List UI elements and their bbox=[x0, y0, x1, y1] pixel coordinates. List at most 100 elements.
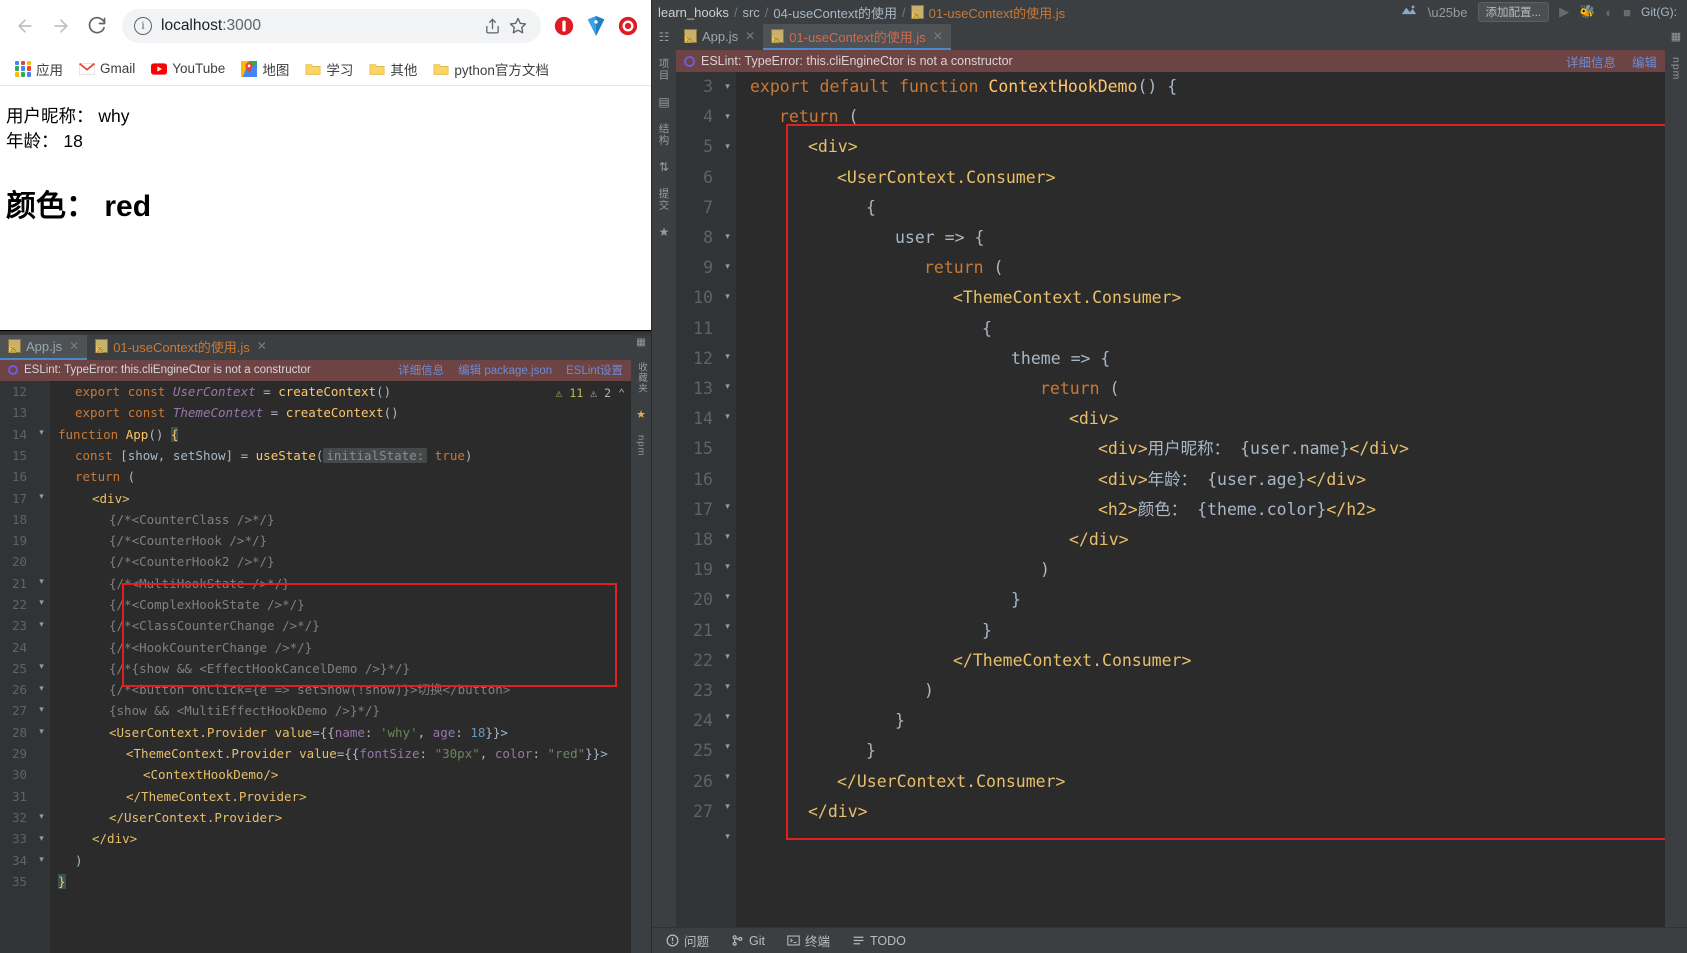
share-icon[interactable] bbox=[479, 13, 505, 39]
add-configuration-button[interactable]: 添加配置... bbox=[1477, 2, 1550, 22]
fold-toggle-icon[interactable]: ▾ bbox=[36, 704, 47, 715]
eslint-edit-package-link[interactable]: 编辑 package.json bbox=[458, 362, 552, 378]
bookmark-folder-python-docs[interactable]: python官方文档 bbox=[426, 56, 556, 82]
tab-usecontext-js[interactable]: JS 01-useContext的使用.js ✕ bbox=[763, 24, 951, 50]
eslint-settings-link[interactable]: ESLint设置 bbox=[566, 362, 623, 378]
fold-toggle-icon[interactable]: ▾ bbox=[722, 351, 733, 362]
fold-toggle-icon[interactable]: ▾ bbox=[722, 711, 733, 722]
bookmark-youtube[interactable]: YouTube bbox=[144, 58, 232, 80]
code-editor-left[interactable]: 12 13 14 15 16 17 18 19 20 21 22 23 24 25 26 27 28 29 30 31… bbox=[0, 381, 631, 953]
breadcrumb-folder[interactable]: 04-useContext的使用 bbox=[773, 3, 897, 22]
fold-toggle-icon[interactable]: ▾ bbox=[722, 291, 733, 302]
fold-toggle-icon[interactable]: ▾ bbox=[36, 833, 47, 844]
fold-toggle-icon[interactable]: ▾ bbox=[722, 831, 733, 842]
fold-toggle-icon[interactable]: ▾ bbox=[722, 261, 733, 272]
fold-toggle-icon[interactable]: ▾ bbox=[722, 771, 733, 782]
fold-toggle-icon[interactable]: ▾ bbox=[722, 591, 733, 602]
fold-toggle-icon[interactable]: ▾ bbox=[36, 683, 47, 694]
fold-toggle-icon[interactable]: ▾ bbox=[722, 741, 733, 752]
stop-icon[interactable]: ■ bbox=[1623, 5, 1631, 20]
tool-window-commit[interactable]: 提交 bbox=[657, 188, 672, 211]
fold-gutter[interactable]: ▾ ▾ ▾ ▾ ▾ ▾ ▾ ▾ ▾ ▾ ▾ ▾ ▾ ▾ ▾ ▾ ▾ ▾ ▾ ▾ ▾ bbox=[720, 72, 736, 927]
tool-window-npm[interactable]: npm bbox=[1670, 57, 1682, 80]
fold-toggle-icon[interactable]: ▾ bbox=[722, 621, 733, 632]
fold-toggle-icon[interactable]: ▾ bbox=[722, 681, 733, 692]
bookmark-folder-other[interactable]: 其他 bbox=[362, 56, 424, 82]
fold-toggle-icon[interactable]: ▾ bbox=[722, 231, 733, 242]
coverage-icon[interactable]: ◐ bbox=[1605, 5, 1613, 20]
fold-toggle-icon[interactable]: ▾ bbox=[722, 111, 733, 122]
run-icon[interactable]: ▶ bbox=[1559, 4, 1569, 20]
breadcrumb-src[interactable]: src bbox=[742, 5, 759, 20]
tab-usecontext-js[interactable]: JS 01-useContext的使用.js ✕ bbox=[87, 335, 275, 360]
fold-toggle-icon[interactable]: ▾ bbox=[36, 811, 47, 822]
favorites-star-icon[interactable]: ★ bbox=[636, 408, 646, 421]
close-icon[interactable]: ✕ bbox=[69, 339, 79, 353]
fold-toggle-icon[interactable]: ▾ bbox=[36, 726, 47, 737]
fold-toggle-icon[interactable]: ▾ bbox=[722, 651, 733, 662]
fold-gutter[interactable]: ▾ ▾ ▾ ▾ ▾ ▾ ▾ ▾ ▾ ▾ ▾ ▾ bbox=[34, 381, 50, 953]
fold-toggle-icon[interactable]: ▾ bbox=[722, 501, 733, 512]
shield-extension-icon[interactable] bbox=[581, 11, 611, 41]
search-everywhere-icon[interactable] bbox=[1400, 4, 1418, 20]
eslint-details-link[interactable]: 详细信息 bbox=[1566, 52, 1616, 71]
database-tool-icon[interactable]: ▦ bbox=[636, 337, 645, 348]
bookmark-gmail[interactable]: Gmail bbox=[72, 58, 142, 80]
fold-toggle-icon[interactable]: ▾ bbox=[36, 427, 47, 438]
tab-app-js[interactable]: JS App.js ✕ bbox=[0, 335, 88, 360]
fold-toggle-icon[interactable]: ▾ bbox=[36, 597, 47, 608]
git-menu-label[interactable]: Git(G): bbox=[1641, 5, 1677, 19]
site-info-icon[interactable]: i bbox=[134, 17, 152, 35]
fold-toggle-icon[interactable]: ▾ bbox=[722, 381, 733, 392]
status-problems[interactable]: 问题 bbox=[666, 931, 709, 950]
inspection-widget[interactable]: ⚠ 11 ⚠ 2 ⌃ bbox=[556, 383, 625, 404]
tab-app-js[interactable]: JS App.js ✕ bbox=[676, 24, 763, 50]
eslint-details-link[interactable]: 详细信息 bbox=[398, 362, 444, 378]
fold-toggle-icon[interactable]: ▾ bbox=[36, 854, 47, 865]
breadcrumb-file[interactable]: 01-useContext的使用.js bbox=[929, 3, 1066, 22]
tool-window-npm[interactable]: npm bbox=[636, 435, 647, 456]
forward-button[interactable] bbox=[44, 9, 78, 43]
status-todo[interactable]: TODO bbox=[852, 934, 906, 948]
fold-toggle-icon[interactable]: ▾ bbox=[36, 576, 47, 587]
eslint-edit-link[interactable]: 编辑 bbox=[1632, 52, 1657, 71]
fold-toggle-icon[interactable]: ▾ bbox=[722, 411, 733, 422]
reload-button[interactable] bbox=[80, 9, 114, 43]
code-editor-right[interactable]: 3 4 5 6 7 8 9 10 11 12 13 14 15 16 17 18 19 20 21 22 23 24 25 2… bbox=[676, 72, 1665, 927]
code-text[interactable]: export default function ContextHookDemo(… bbox=[736, 72, 1665, 927]
extension-puzzle-icon[interactable] bbox=[613, 11, 643, 41]
tool-window-project[interactable]: 项目 bbox=[657, 58, 672, 81]
bookmark-star-icon[interactable] bbox=[505, 13, 531, 39]
fold-toggle-icon[interactable]: ▾ bbox=[722, 81, 733, 92]
favorites-tool-icon[interactable]: ★ bbox=[659, 225, 670, 239]
close-icon[interactable]: ✕ bbox=[257, 339, 267, 353]
close-icon[interactable]: ✕ bbox=[933, 29, 943, 43]
bookmark-maps[interactable]: 地图 bbox=[234, 56, 296, 82]
fold-toggle-icon[interactable]: ▾ bbox=[36, 661, 47, 672]
address-bar[interactable]: i localhost:3000 bbox=[122, 9, 541, 43]
commit-tool-icon[interactable]: ⇅ bbox=[659, 160, 669, 174]
status-terminal[interactable]: 终端 bbox=[787, 931, 830, 950]
status-git[interactable]: Git bbox=[731, 934, 765, 948]
code-text[interactable]: export const UserContext = createContext… bbox=[50, 381, 631, 953]
tool-window-structure[interactable]: 结构 bbox=[657, 123, 672, 146]
database-tool-icon[interactable]: ▦ bbox=[1671, 30, 1681, 43]
project-tool-icon[interactable]: ☷ bbox=[659, 30, 670, 44]
chevron-up-icon[interactable]: ⌃ bbox=[618, 383, 625, 404]
fold-toggle-icon[interactable]: ▾ bbox=[36, 491, 47, 502]
structure-tool-icon[interactable]: ▤ bbox=[658, 95, 669, 109]
bookmark-apps[interactable]: 应用 bbox=[8, 56, 70, 82]
breadcrumb-project[interactable]: learn_hooks bbox=[658, 5, 729, 20]
fold-toggle-icon[interactable]: ▾ bbox=[722, 531, 733, 542]
tool-window-favorites[interactable]: 收藏夹 bbox=[634, 362, 648, 394]
fold-toggle-icon[interactable]: ▾ bbox=[722, 141, 733, 152]
fold-toggle-icon[interactable]: ▾ bbox=[722, 801, 733, 812]
chevron-down-icon[interactable]: \u25be bbox=[1428, 5, 1468, 20]
close-icon[interactable]: ✕ bbox=[745, 29, 755, 43]
adblock-icon[interactable] bbox=[549, 11, 579, 41]
fold-toggle-icon[interactable]: ▾ bbox=[36, 619, 47, 630]
fold-toggle-icon[interactable]: ▾ bbox=[722, 561, 733, 572]
debug-icon[interactable]: 🐝 bbox=[1579, 4, 1595, 20]
bookmark-folder-study[interactable]: 学习 bbox=[298, 56, 360, 82]
back-button[interactable] bbox=[8, 9, 42, 43]
